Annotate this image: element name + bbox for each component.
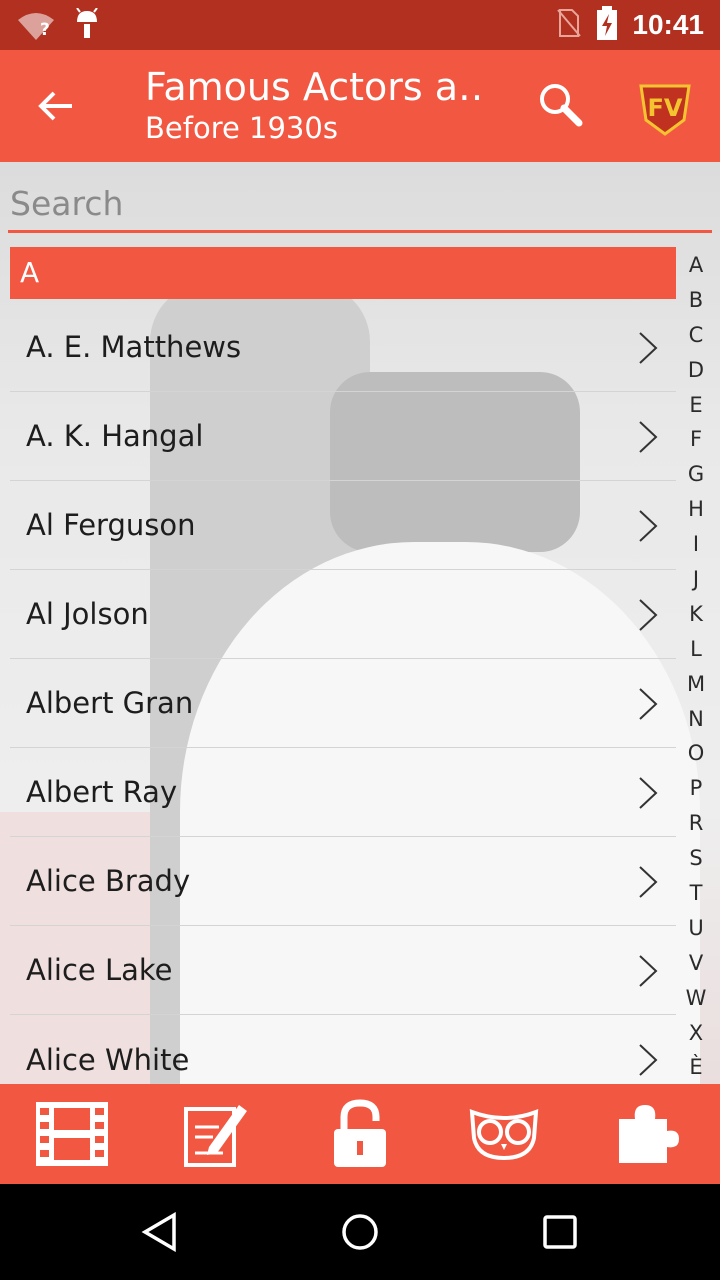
section-header: A xyxy=(10,247,676,299)
index-letter[interactable]: I xyxy=(678,527,714,562)
home-circle-icon xyxy=(342,1214,378,1250)
index-letter[interactable]: W xyxy=(678,981,714,1016)
wifi-icon: ? xyxy=(16,10,56,42)
index-letter[interactable]: K xyxy=(678,597,714,632)
page-title: Famous Actors a… xyxy=(145,65,485,109)
list-item-label: Albert Ray xyxy=(26,775,178,809)
chevron-right-icon xyxy=(639,688,658,720)
recents-square-icon xyxy=(543,1215,577,1249)
alphabet-index[interactable]: A B C D E F G H I J K L M N O P R S T U … xyxy=(678,248,714,1085)
film-icon xyxy=(36,1102,108,1166)
magnifier-icon xyxy=(540,84,583,127)
index-letter[interactable]: G xyxy=(678,457,714,492)
chevron-right-icon xyxy=(639,421,658,453)
list-item[interactable]: Alice Lake xyxy=(10,926,676,1015)
back-triangle-icon xyxy=(141,1212,176,1252)
actor-list: A. E. Matthews A. K. Hangal Al Ferguson … xyxy=(10,303,676,1104)
logo-text: FV xyxy=(648,94,683,122)
list-item[interactable]: Al Ferguson xyxy=(10,481,676,570)
chevron-right-icon xyxy=(639,866,658,898)
list-item-label: Al Ferguson xyxy=(26,508,196,542)
nav-back-button[interactable] xyxy=(134,1206,186,1258)
status-bar: ? 10:41 xyxy=(0,0,720,50)
index-letter[interactable]: R xyxy=(678,806,714,841)
unlock-icon xyxy=(334,1099,386,1167)
clock: 10:41 xyxy=(632,9,704,40)
list-item[interactable]: Al Jolson xyxy=(10,570,676,659)
index-letter[interactable]: S xyxy=(678,841,714,876)
index-letter[interactable]: M xyxy=(678,667,714,702)
list-item[interactable]: Albert Ray xyxy=(10,748,676,837)
list-item-label: Al Jolson xyxy=(26,597,149,631)
list-item[interactable]: A. K. Hangal xyxy=(10,392,676,481)
arrow-left-icon xyxy=(38,91,72,121)
index-letter[interactable]: T xyxy=(678,876,714,911)
system-nav-bar xyxy=(0,1184,720,1280)
index-letter[interactable]: V xyxy=(678,946,714,981)
movies-button[interactable] xyxy=(32,1094,112,1174)
list-item-label: A. K. Hangal xyxy=(26,419,204,453)
android-debug-icon xyxy=(74,7,100,44)
owl-icon xyxy=(469,1109,539,1160)
list-item-label: Alice White xyxy=(26,1042,190,1077)
index-letter[interactable]: H xyxy=(678,492,714,527)
list-item-label: Alice Lake xyxy=(26,953,173,987)
index-letter[interactable]: F xyxy=(678,422,714,457)
puzzle-button[interactable] xyxy=(608,1094,688,1174)
battery-charging-icon xyxy=(596,6,618,44)
index-letter[interactable]: X xyxy=(678,1016,714,1051)
list-item[interactable]: A. E. Matthews xyxy=(10,303,676,392)
no-sim-icon xyxy=(556,8,582,42)
puzzle-icon xyxy=(619,1105,679,1163)
edit-icon xyxy=(184,1105,247,1167)
chevron-right-icon xyxy=(639,777,658,809)
nav-home-button[interactable] xyxy=(334,1206,386,1258)
unlock-button[interactable] xyxy=(320,1094,400,1174)
list-item-label: A. E. Matthews xyxy=(26,330,242,364)
quiz-button[interactable] xyxy=(464,1094,544,1174)
index-letter[interactable]: L xyxy=(678,632,714,667)
page-subtitle: Before 1930s xyxy=(145,111,338,145)
nav-recents-button[interactable] xyxy=(534,1206,586,1258)
chevron-right-icon xyxy=(639,332,658,364)
chevron-right-icon xyxy=(639,510,658,542)
list-item-label: Albert Gran xyxy=(26,686,194,720)
index-letter[interactable]: È xyxy=(678,1050,714,1085)
index-letter[interactable]: E xyxy=(678,388,714,423)
chevron-right-icon xyxy=(639,1044,658,1076)
index-letter[interactable]: P xyxy=(678,771,714,806)
list-item[interactable]: Albert Gran xyxy=(10,659,676,748)
index-letter[interactable]: J xyxy=(678,562,714,597)
list-item-label: Alice Brady xyxy=(26,864,191,898)
index-letter[interactable]: O xyxy=(678,736,714,771)
index-letter[interactable]: N xyxy=(678,702,714,737)
bottom-toolbar xyxy=(0,1084,720,1184)
app-bar: Famous Actors a… Before 1930s FV xyxy=(0,50,720,162)
index-letter[interactable]: A xyxy=(678,248,714,283)
chevron-right-icon xyxy=(639,599,658,631)
index-letter[interactable]: D xyxy=(678,353,714,388)
search-button[interactable] xyxy=(536,80,586,130)
search-input[interactable] xyxy=(8,176,712,230)
index-letter[interactable]: B xyxy=(678,283,714,318)
back-button[interactable] xyxy=(30,80,82,132)
edit-button[interactable] xyxy=(176,1094,256,1174)
list-item[interactable]: Alice Brady xyxy=(10,837,676,926)
index-letter[interactable]: C xyxy=(678,318,714,353)
index-letter[interactable]: U xyxy=(678,911,714,946)
chevron-right-icon xyxy=(639,955,658,987)
search-field xyxy=(8,176,712,233)
app-logo[interactable]: FV xyxy=(636,78,694,136)
